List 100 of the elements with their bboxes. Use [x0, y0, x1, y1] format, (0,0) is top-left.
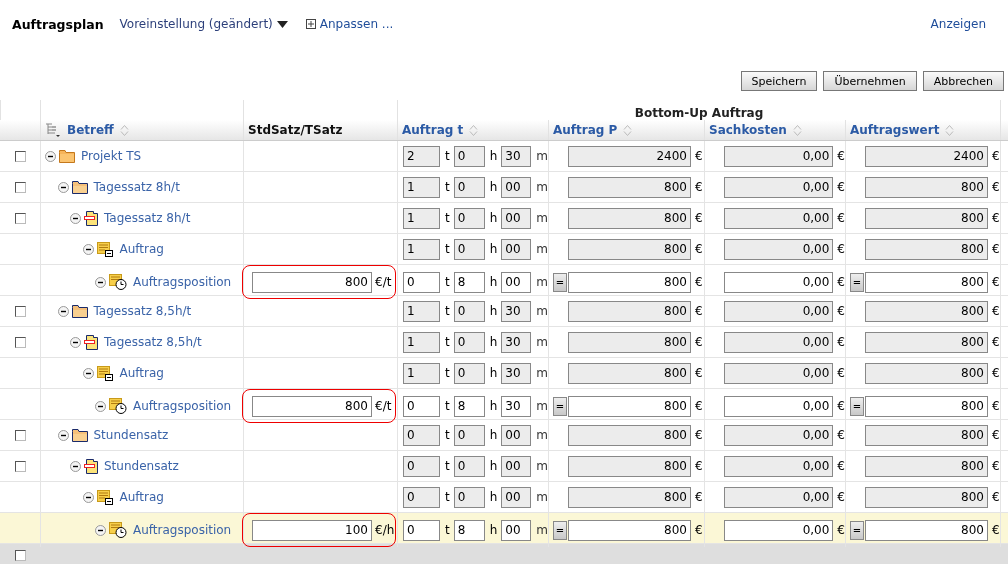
table-row[interactable]: Auftrag 1 t 0 h 00 m 800 € 0,00 € 800 €: [0, 234, 1008, 265]
table-row[interactable]: Auftrag 0 t 0 h 00 m 800 € 0,00 € 800 €: [0, 482, 1008, 513]
amount-field[interactable]: 0,00: [724, 145, 834, 167]
duration-field[interactable]: 30: [501, 362, 532, 384]
collapse-icon[interactable]: [82, 491, 94, 503]
amount-field[interactable]: 800: [865, 395, 988, 417]
tree-item-link[interactable]: Tagessatz 8h/t: [104, 211, 191, 225]
amount-field[interactable]: 800: [568, 331, 691, 353]
duration-field[interactable]: 0: [403, 271, 440, 293]
amount-field[interactable]: 800: [865, 362, 988, 384]
equals-button[interactable]: =: [553, 272, 567, 292]
duration-field[interactable]: 1: [403, 176, 440, 198]
collapse-icon[interactable]: [57, 181, 69, 193]
amount-field[interactable]: 800: [568, 486, 691, 508]
column-header[interactable]: Auftrag P: [553, 123, 618, 137]
table-row[interactable]: Stundensatz 0 t 0 h 00 m 800 € 0,00 € 800 €: [0, 451, 1008, 482]
tree-item-link[interactable]: Tagessatz 8,5h/t: [104, 335, 202, 349]
tree-item-link[interactable]: Auftragsposition: [133, 523, 232, 537]
table-row[interactable]: Tagessatz 8,5h/t 1 t 0 h 30 m 800 € 0,00 € 800 €: [0, 327, 1008, 358]
amount-field[interactable]: 800: [568, 207, 691, 229]
table-row[interactable]: Auftrag 1 t 0 h 30 m 800 € 0,00 € 800 €: [0, 358, 1008, 389]
tree-item-link[interactable]: Projekt TS: [81, 149, 142, 163]
tree-item-link[interactable]: Stundensatz: [104, 459, 179, 473]
amount-field[interactable]: 800: [568, 395, 691, 417]
checkbox[interactable]: [14, 305, 26, 317]
duration-field[interactable]: 00: [501, 455, 532, 477]
equals-button[interactable]: =: [850, 396, 864, 416]
amount-field[interactable]: 0,00: [724, 331, 834, 353]
equals-button[interactable]: =: [553, 396, 567, 416]
duration-field[interactable]: 00: [501, 176, 532, 198]
equals-button[interactable]: =: [850, 520, 864, 540]
tree-item-link[interactable]: Stundensatz: [93, 428, 169, 442]
equals-button[interactable]: =: [850, 272, 864, 292]
collapse-icon[interactable]: [95, 524, 106, 536]
rate-field[interactable]: 800: [252, 395, 372, 417]
duration-field[interactable]: 0: [403, 486, 440, 508]
tree-item-link[interactable]: Tagessatz 8,5h/t: [93, 304, 192, 318]
duration-field[interactable]: 0: [453, 455, 485, 477]
amount-field[interactable]: 0,00: [724, 424, 834, 446]
table-row[interactable]: Auftragsposition 800 €/t 0 t 8 h 00 m = 800 € 0,00 € = 800 €: [0, 265, 1008, 296]
duration-field[interactable]: 30: [501, 331, 532, 353]
amount-field[interactable]: 0,00: [724, 395, 834, 417]
amount-field[interactable]: 0,00: [724, 207, 834, 229]
column-header[interactable]: Auftrag t: [402, 123, 464, 137]
table-row[interactable]: Tagessatz 8,5h/t 1 t 0 h 30 m 800 € 0,00 € 800 €: [0, 296, 1008, 327]
collapse-icon[interactable]: [45, 150, 56, 162]
amount-field[interactable]: 800: [865, 331, 988, 353]
table-row[interactable]: Auftragsposition 800 €/t 0 t 8 h 30 m = 800 € 0,00 € = 800 €: [0, 389, 1008, 420]
amount-field[interactable]: 800: [865, 176, 988, 198]
column-header[interactable]: Betreff: [67, 123, 114, 137]
duration-field[interactable]: 30: [501, 300, 532, 322]
amount-field[interactable]: 800: [865, 424, 988, 446]
amount-field[interactable]: 800: [568, 300, 691, 322]
duration-field[interactable]: 8: [453, 395, 485, 417]
duration-field[interactable]: 0: [453, 486, 485, 508]
duration-field[interactable]: 1: [403, 362, 440, 384]
duration-field[interactable]: 00: [501, 207, 532, 229]
amount-field[interactable]: 800: [568, 238, 691, 260]
action-button[interactable]: Speichern: [740, 71, 818, 91]
action-button[interactable]: Übernehmen: [823, 71, 917, 91]
duration-field[interactable]: 00: [501, 519, 532, 541]
checkbox[interactable]: [14, 181, 26, 193]
duration-field[interactable]: 0: [453, 176, 485, 198]
table-row[interactable]: Auftragsposition 100 €/h 0 t 8 h 00 m = 800 € 0,00 € = 800 €: [0, 513, 1008, 544]
collapse-icon[interactable]: [70, 212, 81, 224]
action-button[interactable]: Abbrechen: [922, 71, 1004, 91]
tree-options-icon[interactable]: [45, 123, 61, 137]
duration-field[interactable]: 8: [453, 271, 485, 293]
tree-item-link[interactable]: Auftrag: [119, 366, 164, 380]
collapse-icon[interactable]: [95, 276, 106, 288]
amount-field[interactable]: 800: [865, 238, 988, 260]
amount-field[interactable]: 800: [865, 486, 988, 508]
checkbox[interactable]: [14, 336, 26, 348]
table-row[interactable]: Stundensatz 0 t 0 h 00 m 800 € 0,00 € 800 €: [0, 420, 1008, 451]
amount-field[interactable]: 0,00: [724, 519, 834, 541]
amount-field[interactable]: 2400: [568, 145, 691, 167]
amount-field[interactable]: 800: [568, 455, 691, 477]
amount-field[interactable]: 0,00: [724, 455, 834, 477]
table-row[interactable]: Tagessatz 8h/t 1 t 0 h 00 m 800 € 0,00 € 800 €: [0, 203, 1008, 234]
duration-field[interactable]: 8: [453, 519, 485, 541]
preset-dropdown[interactable]: Voreinstellung (geändert): [119, 17, 288, 31]
column-header[interactable]: Auftragswert: [850, 123, 940, 137]
duration-field[interactable]: 0: [403, 455, 440, 477]
collapse-icon[interactable]: [82, 243, 94, 255]
checkbox[interactable]: [14, 150, 26, 162]
checkbox[interactable]: [14, 212, 26, 224]
duration-field[interactable]: 0: [453, 424, 485, 446]
amount-field[interactable]: 0,00: [724, 271, 834, 293]
customize-link[interactable]: Anpassen ...: [305, 17, 394, 31]
amount-field[interactable]: 0,00: [724, 362, 834, 384]
collapse-icon[interactable]: [70, 336, 81, 348]
amount-field[interactable]: 2400: [865, 145, 988, 167]
amount-field[interactable]: 800: [865, 455, 988, 477]
collapse-icon[interactable]: [57, 429, 69, 441]
tree-item-link[interactable]: Auftragsposition: [133, 275, 232, 289]
duration-field[interactable]: 00: [501, 238, 532, 260]
amount-field[interactable]: 800: [865, 271, 988, 293]
duration-field[interactable]: 0: [453, 362, 485, 384]
amount-field[interactable]: 800: [568, 271, 691, 293]
duration-field[interactable]: 0: [453, 145, 485, 167]
